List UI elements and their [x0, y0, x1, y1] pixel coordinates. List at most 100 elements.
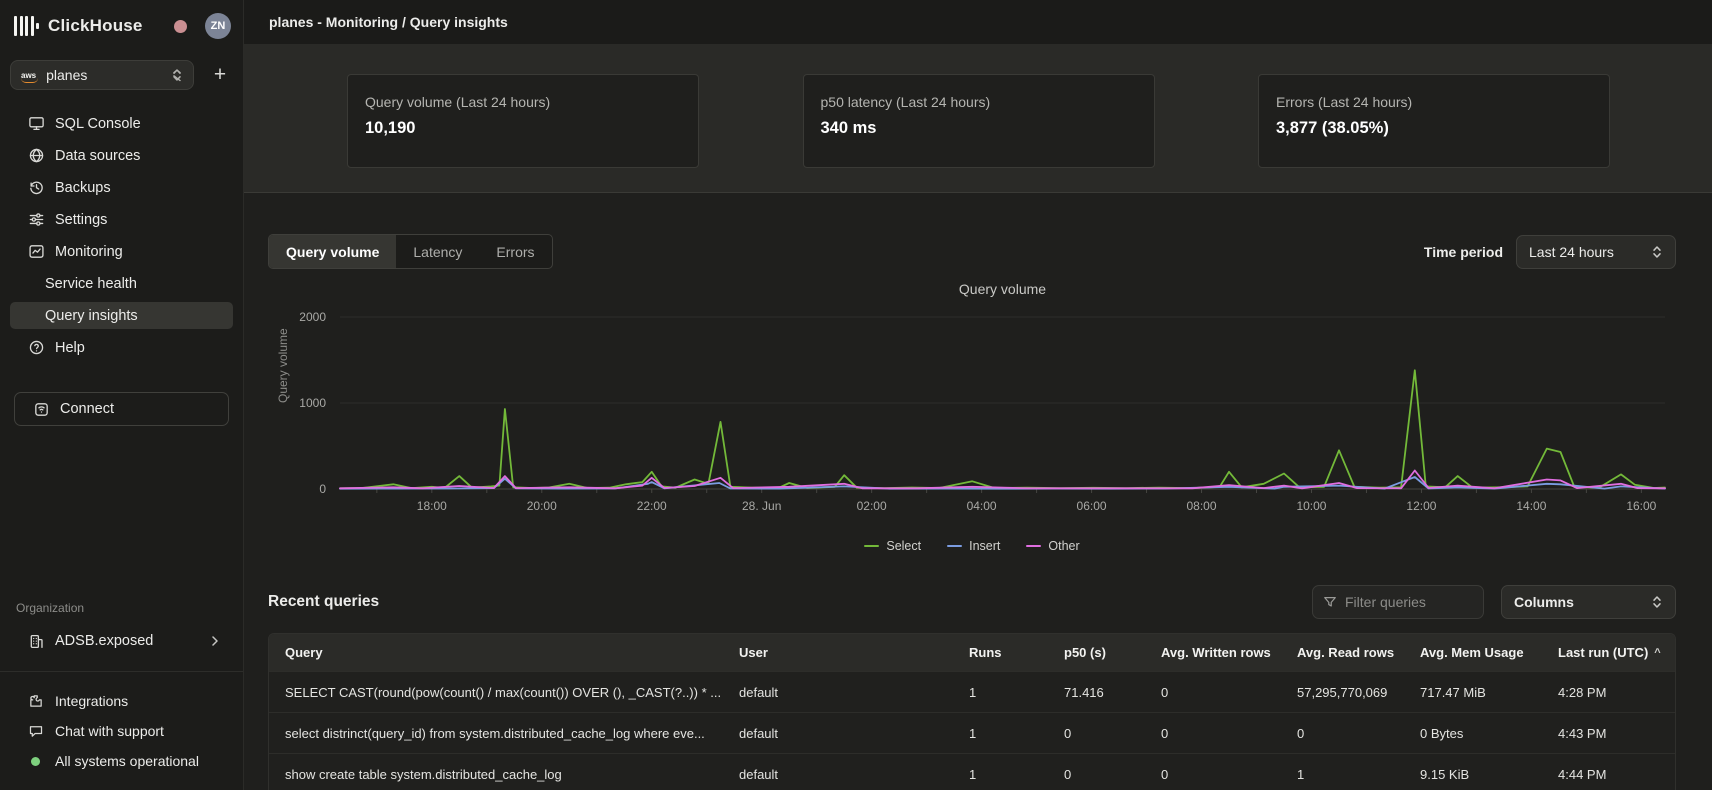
- time-period-value: Last 24 hours: [1529, 244, 1651, 260]
- stat-label: Errors (Last 24 hours): [1276, 94, 1592, 110]
- legend-label: Other: [1048, 539, 1079, 553]
- column-header-runs[interactable]: Runs: [953, 634, 1048, 671]
- filter-queries-box: [1312, 585, 1484, 619]
- legend-swatch: [1026, 545, 1041, 548]
- time-period-select[interactable]: Last 24 hours: [1516, 235, 1676, 269]
- svg-text:18:00: 18:00: [417, 499, 447, 513]
- stats-band: Query volume (Last 24 hours)10,190p50 la…: [244, 44, 1712, 193]
- table-cell: 1: [953, 754, 1048, 790]
- tab-errors[interactable]: Errors: [479, 235, 551, 268]
- sidebar-item-monitoring[interactable]: Monitoring: [10, 238, 233, 265]
- table-cell: 4:43 PM: [1542, 713, 1675, 753]
- series-other: [340, 471, 1665, 489]
- column-header-p50-s-[interactable]: p50 (s): [1048, 634, 1145, 671]
- sidebar-item-backups[interactable]: Backups: [10, 174, 233, 201]
- table-cell: default: [723, 672, 953, 712]
- recent-queries-table: QueryUserRunsp50 (s)Avg. Written rowsAvg…: [268, 633, 1676, 790]
- svg-text:16:00: 16:00: [1626, 499, 1656, 513]
- column-header-query[interactable]: Query: [269, 634, 723, 671]
- table-cell: 4:44 PM: [1542, 754, 1675, 790]
- tab-latency[interactable]: Latency: [396, 235, 479, 268]
- console-icon: [27, 115, 45, 133]
- footer-item-integrations[interactable]: Integrations: [0, 686, 243, 716]
- table-cell: SELECT CAST(round(pow(count() / max(coun…: [269, 672, 723, 712]
- legend-label: Insert: [969, 539, 1000, 553]
- table-cell: 717.47 MiB: [1404, 672, 1542, 712]
- sidebar-item-help[interactable]: Help: [10, 334, 233, 361]
- aws-provider-icon: aws: [21, 71, 36, 80]
- table-cell: default: [723, 754, 953, 790]
- legend-item-select[interactable]: Select: [864, 539, 921, 553]
- sidebar-item-label: Query insights: [45, 308, 138, 324]
- main-content: Query volumeLatencyErrors Time period La…: [244, 193, 1712, 790]
- column-header-avg-read-rows[interactable]: Avg. Read rows: [1281, 634, 1404, 671]
- avatar[interactable]: ZN: [205, 13, 231, 39]
- sidebar-item-label: Monitoring: [55, 244, 123, 260]
- add-service-button[interactable]: +: [208, 63, 232, 87]
- svg-text:10:00: 10:00: [1296, 499, 1326, 513]
- table-cell: default: [723, 713, 953, 753]
- column-header-avg-written-rows[interactable]: Avg. Written rows: [1145, 634, 1281, 671]
- svg-text:12:00: 12:00: [1406, 499, 1436, 513]
- table-cell: 0: [1048, 713, 1145, 753]
- legend-label: Select: [886, 539, 921, 553]
- legend-item-insert[interactable]: Insert: [947, 539, 1000, 553]
- table-row[interactable]: SELECT CAST(round(pow(count() / max(coun…: [269, 671, 1675, 712]
- table-cell: 1: [1281, 754, 1404, 790]
- sidebar-item-query-insights[interactable]: Query insights: [10, 302, 233, 329]
- sidebar-item-data-sources[interactable]: Data sources: [10, 142, 233, 169]
- column-header-avg-mem-usage[interactable]: Avg. Mem Usage: [1404, 634, 1542, 671]
- sidebar-item-label: Service health: [45, 276, 137, 292]
- table-cell: 9.15 KiB: [1404, 754, 1542, 790]
- table-cell: 0: [1145, 672, 1281, 712]
- backups-icon: [27, 179, 45, 197]
- notification-dot[interactable]: [174, 20, 187, 33]
- table-row[interactable]: show create table system.distributed_cac…: [269, 753, 1675, 790]
- sidebar: ClickHouse ZN aws planes + SQL Console Da…: [0, 0, 244, 790]
- footer-item-all-systems-operational[interactable]: All systems operational: [0, 746, 243, 776]
- sidebar-item-settings[interactable]: Settings: [10, 206, 233, 233]
- chart-title: Query volume: [959, 281, 1046, 297]
- sidebar-item-service-health[interactable]: Service health: [10, 270, 233, 297]
- stat-value: 3,877 (38.05%): [1276, 119, 1592, 138]
- legend-swatch: [864, 545, 879, 548]
- svg-text:2000: 2000: [299, 310, 326, 324]
- stat-label: Query volume (Last 24 hours): [365, 94, 681, 110]
- sidebar-item-label: Data sources: [55, 148, 140, 164]
- filter-icon: [1323, 595, 1337, 609]
- table-body: SELECT CAST(round(pow(count() / max(coun…: [269, 671, 1675, 790]
- chart-legend: Select Insert Other: [268, 539, 1676, 553]
- y-axis-title: Query volume: [276, 328, 290, 403]
- query-volume-chart[interactable]: Query volume01000200018:0020:0022:0028. …: [268, 278, 1676, 518]
- table-row[interactable]: select distrinct(query_id) from system.d…: [269, 712, 1675, 753]
- svg-text:0: 0: [319, 482, 326, 496]
- legend-item-other[interactable]: Other: [1026, 539, 1079, 553]
- svg-text:1000: 1000: [299, 396, 326, 410]
- help-icon: [27, 339, 45, 357]
- sidebar-item-sql-console[interactable]: SQL Console: [10, 110, 233, 137]
- svg-text:08:00: 08:00: [1187, 499, 1217, 513]
- chevron-right-icon: [209, 635, 221, 647]
- svg-text:28. Jun: 28. Jun: [742, 499, 781, 513]
- service-name: planes: [46, 67, 171, 83]
- sidebar-item-label: Help: [55, 340, 85, 356]
- tab-query-volume[interactable]: Query volume: [269, 235, 396, 268]
- connect-button[interactable]: Connect: [14, 392, 229, 426]
- table-cell: 4:28 PM: [1542, 672, 1675, 712]
- footer-item-label: All systems operational: [55, 753, 199, 769]
- table-cell: 1: [953, 672, 1048, 712]
- table-cell: select distrinct(query_id) from system.d…: [269, 713, 723, 753]
- footer-item-chat-with-support[interactable]: Chat with support: [0, 716, 243, 746]
- filter-queries-input[interactable]: [1345, 594, 1473, 610]
- service-selector[interactable]: aws planes: [10, 60, 194, 90]
- column-header-last-run-utc-[interactable]: Last run (UTC)^: [1542, 634, 1675, 671]
- columns-select[interactable]: Columns: [1501, 585, 1676, 619]
- svg-text:06:00: 06:00: [1077, 499, 1107, 513]
- time-period-label: Time period: [1424, 244, 1503, 260]
- column-header-user[interactable]: User: [723, 634, 953, 671]
- svg-text:20:00: 20:00: [527, 499, 557, 513]
- sidebar-item-label: SQL Console: [55, 116, 141, 132]
- brand-row: ClickHouse ZN: [0, 0, 243, 44]
- organization-item[interactable]: ADSB.exposed: [10, 627, 233, 655]
- table-cell: 0: [1145, 754, 1281, 790]
